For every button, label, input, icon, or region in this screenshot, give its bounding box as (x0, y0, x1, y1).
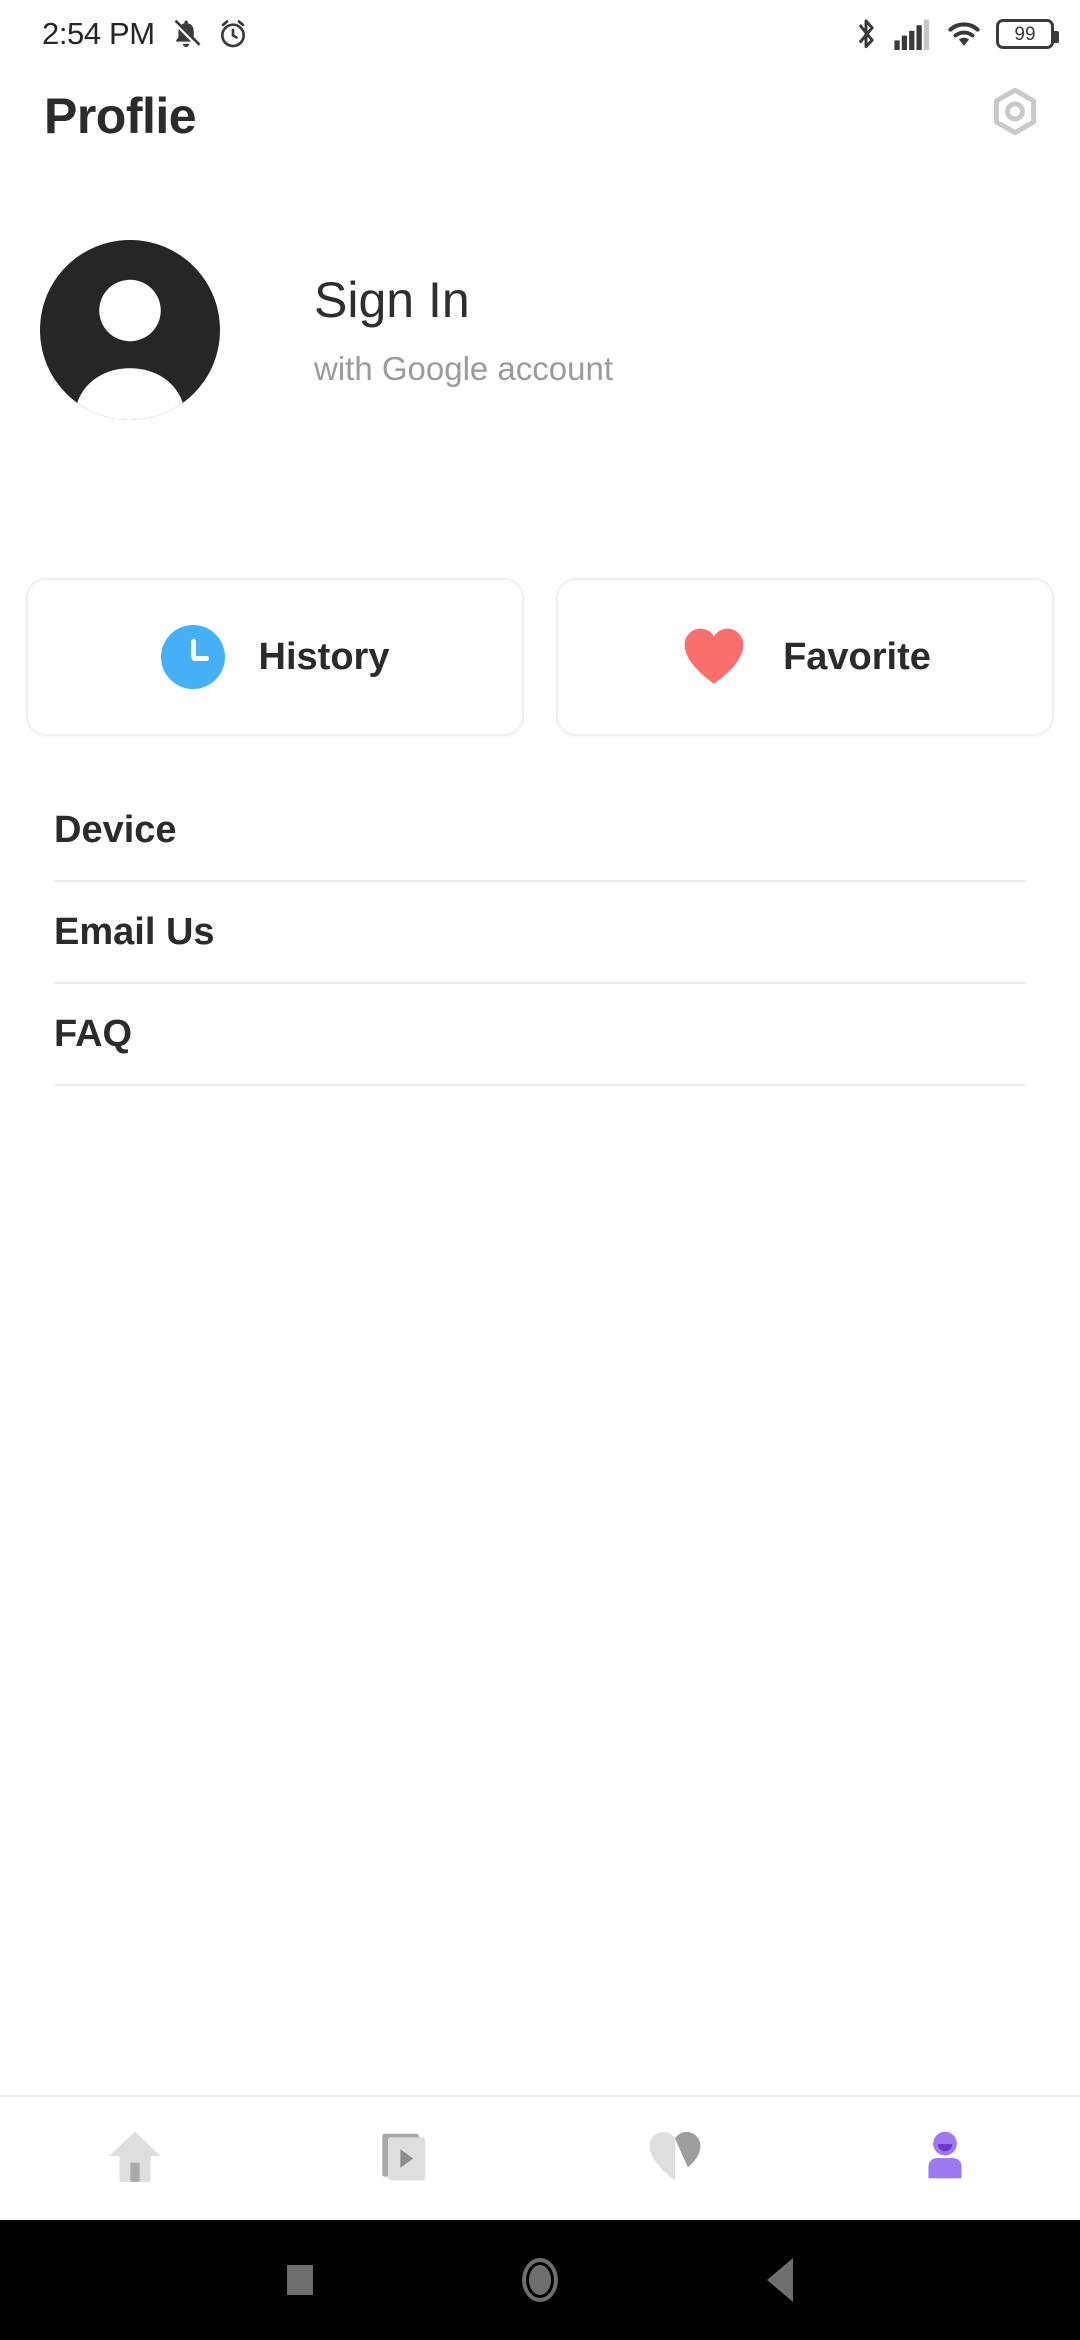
home-icon (104, 2125, 166, 2192)
alarm-icon (217, 18, 249, 50)
menu-divider (54, 1084, 1026, 1086)
menu-item-label: Email Us (54, 910, 215, 953)
favorite-card[interactable]: Favorite (556, 578, 1054, 736)
app-bar: Proflie (0, 68, 1080, 164)
cellular-signal-icon (892, 18, 932, 50)
menu-item-email-us[interactable]: Email Us (54, 882, 1026, 982)
bottom-navigation (0, 2095, 1080, 2220)
heart-icon (644, 2125, 706, 2192)
menu-item-label: Device (54, 808, 177, 851)
status-bar: 2:54 PM 99 (0, 0, 1080, 68)
settings-menu-list: Device Email Us FAQ (0, 780, 1080, 1086)
profile-header[interactable]: Sign In with Google account (0, 240, 1080, 420)
status-bar-left: 2:54 PM (42, 16, 249, 52)
heart-icon (679, 624, 749, 691)
person-icon (914, 2125, 976, 2192)
wifi-icon (945, 18, 983, 50)
android-home-button[interactable] (420, 2258, 660, 2302)
menu-item-device[interactable]: Device (54, 780, 1026, 880)
menu-item-label: FAQ (54, 1012, 133, 1055)
profile-text: Sign In with Google account (314, 271, 614, 388)
page-title: Proflie (44, 88, 197, 144)
silent-bell-icon (169, 17, 203, 51)
triangle-back-icon (767, 2258, 793, 2302)
android-back-button[interactable] (660, 2258, 900, 2302)
settings-hexagon-icon[interactable] (984, 83, 1046, 150)
favorite-card-label: Favorite (783, 635, 931, 678)
status-bar-right: 99 (853, 17, 1059, 51)
nav-item-profile[interactable] (810, 2097, 1080, 2220)
android-navigation-bar (0, 2220, 1080, 2340)
menu-item-faq[interactable]: FAQ (54, 984, 1026, 1084)
bluetooth-icon (853, 17, 879, 51)
history-card-label: History (258, 635, 390, 678)
avatar (40, 240, 220, 420)
app-screen: 2:54 PM 99 Proflie Sign In with Google a… (0, 0, 1080, 2340)
history-card[interactable]: History (26, 578, 524, 736)
sign-in-subtitle: with Google account (314, 349, 614, 387)
battery-icon: 99 (996, 19, 1059, 49)
video-play-icon (374, 2125, 436, 2192)
battery-level-label: 99 (1014, 23, 1036, 45)
nav-item-videos[interactable] (270, 2097, 540, 2220)
android-recents-button[interactable] (180, 2265, 420, 2295)
status-bar-clock: 2:54 PM (42, 16, 155, 51)
shortcut-cards: History Favorite (0, 578, 1080, 736)
clock-icon (160, 625, 225, 689)
nav-item-home[interactable] (0, 2097, 270, 2220)
nav-item-favorites[interactable] (540, 2097, 810, 2220)
sign-in-title: Sign In (314, 271, 470, 328)
square-icon (287, 2265, 313, 2295)
circle-icon (522, 2258, 558, 2302)
